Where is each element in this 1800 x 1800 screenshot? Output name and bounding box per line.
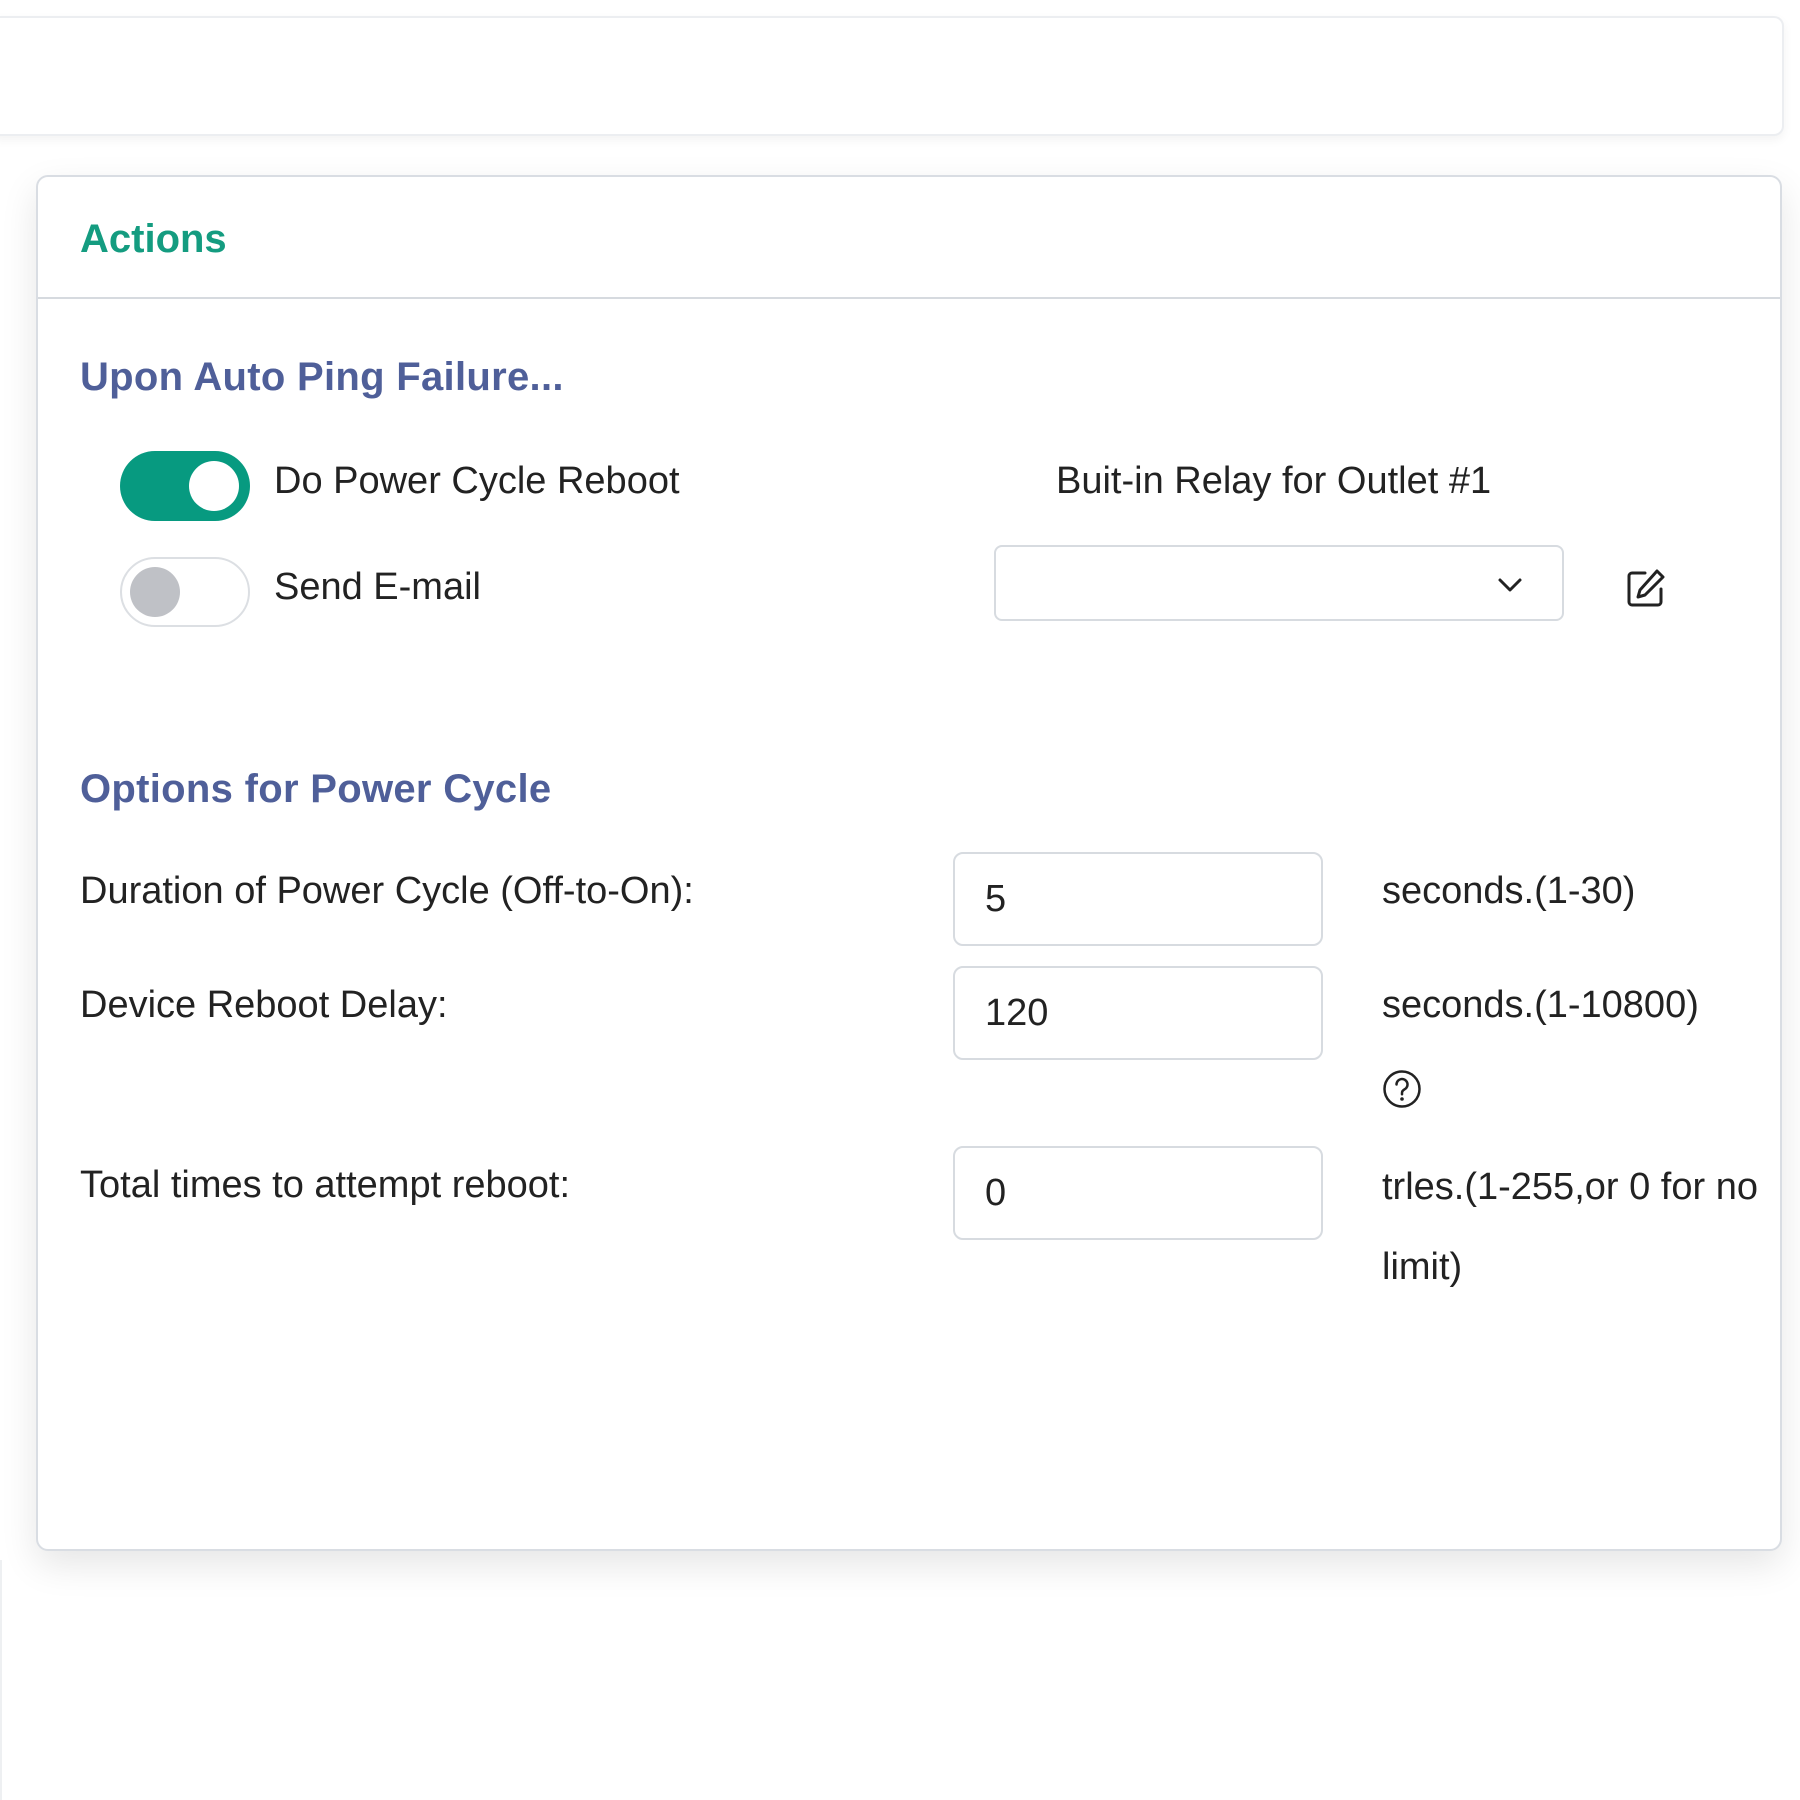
power-cycle-options-heading: Options for Power Cycle xyxy=(80,767,552,811)
reboot-delay-input[interactable] xyxy=(953,966,1323,1060)
relay-select[interactable] xyxy=(994,545,1564,621)
send-email-toggle[interactable] xyxy=(120,557,250,627)
duration-unit: seconds.(1-30) xyxy=(1382,870,1636,912)
toggle-knob xyxy=(189,461,239,511)
duration-label: Duration of Power Cycle (Off-to-On): xyxy=(80,870,694,912)
power-cycle-label: Do Power Cycle Reboot xyxy=(274,460,680,502)
attempts-input[interactable] xyxy=(953,1146,1323,1240)
reboot-delay-unit: seconds.(1-10800) xyxy=(1382,984,1699,1026)
card-header: Actions xyxy=(38,177,1780,299)
chevron-down-icon xyxy=(1498,578,1522,592)
toggle-knob xyxy=(130,567,180,617)
actions-card: Actions Upon Auto Ping Failure... Do Pow… xyxy=(36,175,1782,1551)
send-email-label: Send E-mail xyxy=(274,566,481,608)
duration-input[interactable] xyxy=(953,852,1323,946)
relay-label: Buit-in Relay for Outlet #1 xyxy=(1056,460,1492,502)
divider xyxy=(0,1560,2,1800)
attempts-unit: trles.(1-255,or 0 for no limit) xyxy=(1382,1166,1758,1288)
card-title: Actions xyxy=(80,217,227,261)
help-circle-icon[interactable] xyxy=(1382,1069,1422,1109)
power-cycle-toggle[interactable] xyxy=(120,451,250,521)
ping-failure-heading: Upon Auto Ping Failure... xyxy=(80,355,564,399)
top-card xyxy=(0,16,1784,136)
attempts-label: Total times to attempt reboot: xyxy=(80,1164,571,1206)
edit-icon[interactable] xyxy=(1625,567,1667,609)
reboot-delay-label: Device Reboot Delay: xyxy=(80,984,448,1026)
page: Actions Upon Auto Ping Failure... Do Pow… xyxy=(0,0,1800,1800)
